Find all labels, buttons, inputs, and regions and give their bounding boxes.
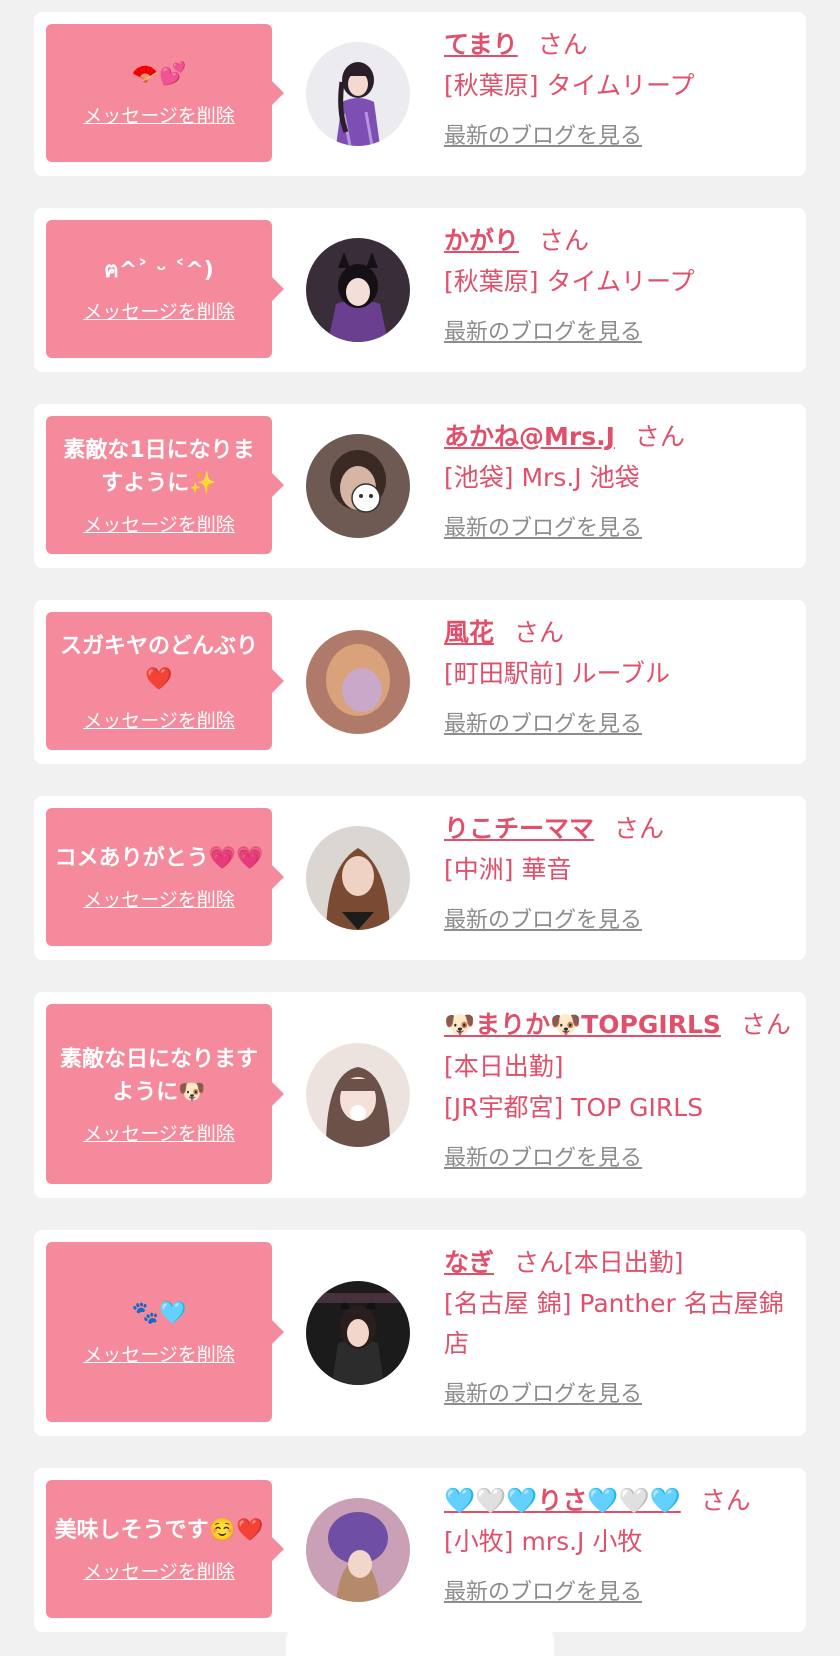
- message-text: 美味しそうです☺️❤️: [54, 1518, 264, 1543]
- shop-info: [JR宇都宮] TOP GIRLS: [444, 1093, 704, 1122]
- card-info: りこチーママ さん [中洲] 華音 最新のブログを見る: [444, 808, 792, 934]
- message-text: コメありがとう💗💗: [54, 846, 264, 871]
- latest-blog-link[interactable]: 最新のブログを見る: [444, 314, 642, 346]
- honorific: さん: [514, 618, 565, 647]
- list-item: 美味しそうです☺️❤️ メッセージを削除 🩵🤍🩵りさ🩵🤍🩵 さん [小牧] mrs…: [34, 1468, 806, 1632]
- message-bubble: 🪭💕 メッセージを削除: [46, 24, 284, 162]
- shop-info: [名古屋 錦] Panther 名古屋錦店: [444, 1289, 784, 1358]
- message-bubble: 素敵な日になりますように🐶 メッセージを削除: [46, 1004, 284, 1184]
- delete-message-link[interactable]: メッセージを削除: [83, 885, 235, 912]
- delete-message-link[interactable]: メッセージを削除: [83, 1340, 235, 1367]
- message-text: 素敵な日になりますように🐶: [59, 1046, 258, 1105]
- latest-blog-link[interactable]: 最新のブログを見る: [444, 902, 642, 934]
- list-item: ฅ^˃ ᵕ ˂^) メッセージを削除 かがり さん [秋葉原] タイムリープ 最新…: [34, 208, 806, 372]
- card-info: てまり さん [秋葉原] タイムリープ 最新のブログを見る: [444, 24, 792, 150]
- avatar-photo-icon: [306, 434, 410, 538]
- avatar[interactable]: [306, 1498, 410, 1602]
- list-item: スガキヤのどんぶり❤️ メッセージを削除 風花 さん [町田駅前] ルーブル 最新…: [34, 600, 806, 764]
- honorific: さん: [700, 1486, 751, 1515]
- list-item: 🪭💕 メッセージを削除 てまり さん [秋葉原] タイムリープ 最新のブログを見る: [34, 12, 806, 176]
- girl-name-link[interactable]: りこチーママ: [444, 814, 594, 843]
- shop-info: [池袋] Mrs.J 池袋: [444, 463, 640, 492]
- avatar[interactable]: [306, 1281, 410, 1385]
- avatar-photo-icon: [306, 1498, 410, 1602]
- list-item: コメありがとう💗💗 メッセージを削除 りこチーママ さん [中洲] 華音 最新のブ…: [34, 796, 806, 960]
- latest-blog-link[interactable]: 最新のブログを見る: [444, 118, 642, 150]
- avatar-photo-icon: [306, 238, 410, 342]
- message-bubble: コメありがとう💗💗 メッセージを削除: [46, 808, 284, 946]
- delete-message-link[interactable]: メッセージを削除: [83, 706, 235, 733]
- message-bubble: 美味しそうです☺️❤️ メッセージを削除: [46, 1480, 284, 1618]
- card-info: あかね@Mrs.J さん [池袋] Mrs.J 池袋 最新のブログを見る: [444, 416, 792, 542]
- status: [本日出勤]: [564, 1248, 684, 1277]
- honorific: さん: [514, 1248, 565, 1277]
- shop-info: [町田駅前] ルーブル: [444, 659, 670, 688]
- avatar[interactable]: [306, 630, 410, 734]
- avatar-photo-icon: [306, 1281, 410, 1385]
- avatar-photo-icon: [306, 1043, 410, 1147]
- message-text: 🪭💕: [131, 62, 187, 87]
- girl-name-link[interactable]: なぎ: [444, 1248, 494, 1277]
- card-info: なぎ さん[本日出勤] [名古屋 錦] Panther 名古屋錦店 最新のブログを…: [444, 1242, 792, 1408]
- card-info: 🩵🤍🩵りさ🩵🤍🩵 さん [小牧] mrs.J 小牧 最新のブログを見る: [444, 1480, 792, 1606]
- girl-name-link[interactable]: てまり: [444, 30, 518, 59]
- girl-name-link[interactable]: 🐶まりか🐶TOPGIRLS: [444, 1010, 721, 1039]
- message-bubble: 素敵な1日になりますように✨ メッセージを削除: [46, 416, 284, 554]
- avatar-photo-icon: [306, 630, 410, 734]
- message-text: ฅ^˃ ᵕ ˂^): [104, 258, 214, 283]
- honorific: さん: [634, 422, 685, 451]
- delete-message-link[interactable]: メッセージを削除: [83, 1557, 235, 1584]
- honorific: さん: [539, 226, 590, 255]
- avatar[interactable]: [306, 238, 410, 342]
- shop-info: [秋葉原] タイムリープ: [444, 267, 695, 296]
- shop-info: [小牧] mrs.J 小牧: [444, 1527, 643, 1556]
- avatar-photo-icon: [306, 42, 410, 146]
- avatar[interactable]: [306, 1043, 410, 1147]
- latest-blog-link[interactable]: 最新のブログを見る: [444, 1140, 642, 1172]
- avatar[interactable]: [306, 826, 410, 930]
- shop-info: [秋葉原] タイムリープ: [444, 71, 695, 100]
- list-item: 🐾🩵 メッセージを削除 なぎ さん[本日出勤] [名古屋 錦] Panther 名…: [34, 1230, 806, 1436]
- message-bubble: スガキヤのどんぶり❤️ メッセージを削除: [46, 612, 284, 750]
- girl-name-link[interactable]: 🩵🤍🩵りさ🩵🤍🩵: [444, 1486, 681, 1515]
- latest-blog-link[interactable]: 最新のブログを見る: [444, 510, 642, 542]
- delete-message-link[interactable]: メッセージを削除: [83, 510, 235, 537]
- avatar[interactable]: [306, 42, 410, 146]
- honorific: さん: [614, 814, 665, 843]
- message-bubble: 🐾🩵 メッセージを削除: [46, 1242, 284, 1422]
- message-bubble: ฅ^˃ ᵕ ˂^) メッセージを削除: [46, 220, 284, 358]
- girl-name-link[interactable]: かがり: [444, 226, 519, 255]
- avatar-photo-icon: [306, 826, 410, 930]
- latest-blog-link[interactable]: 最新のブログを見る: [444, 706, 642, 738]
- avatar[interactable]: [306, 434, 410, 538]
- delete-message-link[interactable]: メッセージを削除: [83, 101, 235, 128]
- girl-name-link[interactable]: 風花: [444, 618, 494, 647]
- honorific: さん: [740, 1010, 791, 1039]
- delete-message-link[interactable]: メッセージを削除: [83, 297, 235, 324]
- message-text: 🐾🩵: [131, 1301, 187, 1326]
- honorific: さん: [537, 30, 588, 59]
- list-item: 素敵な日になりますように🐶 メッセージを削除 🐶まりか🐶TOPGIRLS さん [本…: [34, 992, 806, 1198]
- bottom-tab-handle[interactable]: [286, 1626, 554, 1656]
- delete-message-link[interactable]: メッセージを削除: [83, 1119, 235, 1146]
- message-text: 素敵な1日になりますように✨: [63, 437, 255, 496]
- card-info: 風花 さん [町田駅前] ルーブル 最新のブログを見る: [444, 612, 792, 738]
- girl-name-link[interactable]: あかね@Mrs.J: [444, 422, 615, 451]
- status: [本日出勤]: [444, 1052, 564, 1081]
- list-item: 素敵な1日になりますように✨ メッセージを削除 あかね@Mrs.J さん [池袋]…: [34, 404, 806, 568]
- card-info: 🐶まりか🐶TOPGIRLS さん[本日出勤] [JR宇都宮] TOP GIRLS …: [444, 1004, 792, 1172]
- shop-info: [中洲] 華音: [444, 855, 572, 884]
- message-text: スガキヤのどんぶり❤️: [59, 633, 258, 692]
- latest-blog-link[interactable]: 最新のブログを見る: [444, 1574, 642, 1606]
- card-info: かがり さん [秋葉原] タイムリープ 最新のブログを見る: [444, 220, 792, 346]
- latest-blog-link[interactable]: 最新のブログを見る: [444, 1376, 642, 1408]
